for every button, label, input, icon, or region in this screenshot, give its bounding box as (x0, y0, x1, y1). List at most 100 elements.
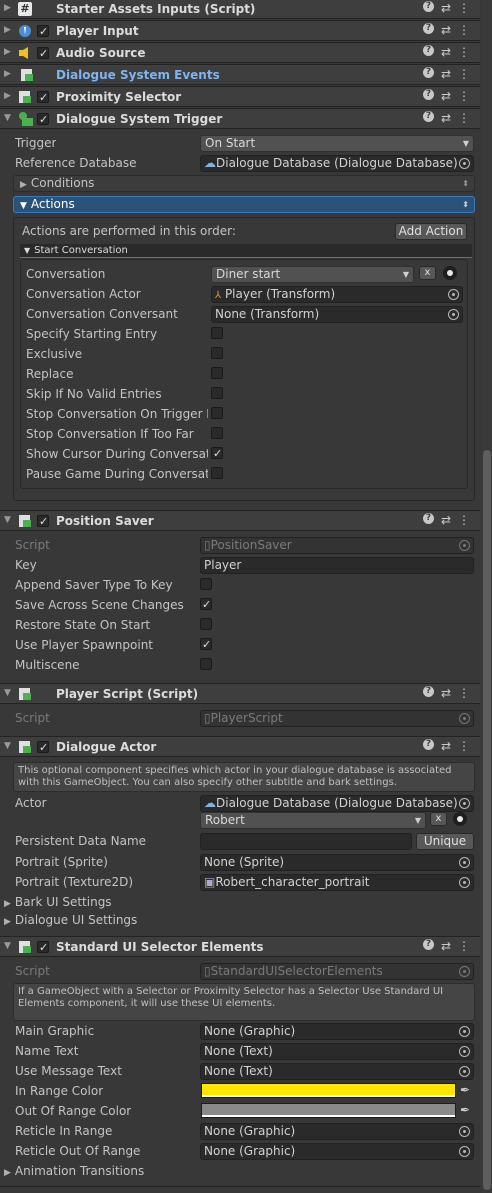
foldout-arrow-icon[interactable]: ▶ (4, 47, 11, 57)
kebab-menu-icon[interactable]: ⋮ (458, 686, 470, 700)
add-action-button[interactable]: Add Action (395, 223, 467, 240)
exclusive-checkbox[interactable] (211, 347, 223, 359)
object-picker-icon[interactable] (459, 1066, 470, 1077)
enabled-checkbox[interactable] (37, 113, 49, 125)
start-conversation-foldout[interactable]: ▼ Start Conversation (20, 244, 472, 258)
kebab-menu-icon[interactable]: ⋮ (458, 939, 470, 953)
help-icon[interactable]: ? (422, 23, 434, 34)
preset-icon[interactable]: ⇄ (441, 111, 451, 125)
save-across-checkbox[interactable] (200, 598, 212, 610)
object-picker-icon[interactable] (448, 309, 459, 320)
replace-checkbox[interactable] (211, 367, 223, 379)
preset-icon[interactable]: ⇄ (441, 939, 451, 953)
skip-if-no-valid-checkbox[interactable] (211, 387, 223, 399)
object-picker-icon[interactable] (459, 158, 470, 169)
out-of-range-color-swatch[interactable] (201, 1103, 456, 1118)
stop-on-trigger-exit-checkbox[interactable] (211, 407, 223, 419)
conversation-actor-field[interactable]: ⅄ Player (Transform) (211, 286, 463, 303)
enabled-checkbox[interactable] (37, 741, 49, 753)
component-header-audio-source[interactable]: ▶ Audio Source ? ⇄ ⋮ (0, 42, 480, 63)
actions-foldout[interactable]: ▼ Actions ⬍ (13, 196, 475, 213)
kebab-menu-icon[interactable]: ⋮ (458, 67, 470, 81)
help-icon[interactable]: ? (422, 45, 434, 56)
reference-database-field[interactable]: ☁Dialogue Database (Dialogue Database) (200, 155, 474, 172)
conversation-dropdown[interactable]: Diner start ▼ (211, 266, 414, 283)
component-header-selector-elements[interactable]: ▼ Standard UI Selector Elements ? ⇄ ⋮ (0, 936, 480, 957)
portrait-texture-field[interactable]: ▣Robert_character_portrait (200, 874, 474, 891)
conversation-conversant-field[interactable]: None (Transform) (211, 306, 463, 323)
pause-game-checkbox[interactable] (211, 467, 223, 479)
preset-icon[interactable]: ⇄ (441, 513, 451, 527)
scrollbar-track[interactable] (482, 0, 492, 1193)
kebab-menu-icon[interactable]: ⋮ (458, 1, 470, 15)
preset-icon[interactable]: ⇄ (441, 89, 451, 103)
show-cursor-checkbox[interactable] (211, 447, 223, 459)
restore-state-checkbox[interactable] (200, 618, 212, 630)
append-saver-checkbox[interactable] (200, 578, 212, 590)
component-header-position-saver[interactable]: ▼ Position Saver ? ⇄ ⋮ (0, 510, 480, 531)
help-icon[interactable]: ? (422, 1, 434, 12)
unique-button[interactable]: Unique (416, 833, 474, 850)
enabled-checkbox[interactable] (37, 515, 49, 527)
component-header-dialogue-events[interactable]: ▶ Dialogue System Events ? ⇄ ⋮ (0, 64, 480, 85)
enabled-checkbox[interactable] (37, 91, 49, 103)
component-header-dialogue-trigger[interactable]: ▼ Dialogue System Trigger ? ⇄ ⋮ (0, 108, 480, 129)
eyedropper-icon[interactable]: ✒ (460, 1103, 470, 1117)
enabled-checkbox[interactable] (37, 47, 49, 59)
use-message-text-field[interactable]: None (Text) (200, 1063, 474, 1080)
conditions-foldout[interactable]: ▶ Conditions ⬍ (13, 175, 475, 192)
kebab-menu-icon[interactable]: ⋮ (458, 739, 470, 753)
record-dot-icon[interactable] (453, 812, 467, 826)
foldout-arrow-icon[interactable]: ▶ (4, 91, 11, 101)
preset-icon[interactable]: ⇄ (441, 739, 451, 753)
enabled-checkbox[interactable] (37, 941, 49, 953)
component-header-proximity-selector[interactable]: ▶ Proximity Selector ? ⇄ ⋮ (0, 86, 480, 107)
foldout-arrow-icon[interactable]: ▶ (4, 25, 11, 35)
foldout-arrow-icon[interactable]: ▼ (4, 688, 11, 698)
name-text-field[interactable]: None (Text) (200, 1043, 474, 1060)
object-picker-icon[interactable] (459, 798, 470, 809)
object-picker-icon[interactable] (459, 877, 470, 888)
object-picker-icon[interactable] (459, 1046, 470, 1057)
clear-actor-button[interactable]: x (430, 812, 447, 826)
in-range-color-swatch[interactable] (201, 1083, 456, 1098)
specify-starting-entry-checkbox[interactable] (211, 327, 223, 339)
animation-transitions-foldout[interactable]: ▶ Animation Transitions (4, 1164, 144, 1178)
kebab-menu-icon[interactable]: ⋮ (458, 23, 470, 37)
help-icon[interactable]: ? (422, 67, 434, 78)
kebab-menu-icon[interactable]: ⋮ (458, 513, 470, 527)
kebab-menu-icon[interactable]: ⋮ (458, 89, 470, 103)
main-graphic-field[interactable]: None (Graphic) (200, 1023, 474, 1040)
use-spawnpoint-checkbox[interactable] (200, 638, 212, 650)
foldout-arrow-icon[interactable]: ▼ (4, 941, 11, 951)
component-header-starter-assets[interactable]: ▶ # Starter Assets Inputs (Script) ? ⇄ ⋮ (0, 0, 480, 19)
help-icon[interactable]: ? (422, 686, 434, 697)
foldout-arrow-icon[interactable]: ▶ (4, 3, 11, 13)
foldout-arrow-icon[interactable]: ▶ (4, 69, 11, 79)
multiscene-checkbox[interactable] (200, 658, 212, 670)
kebab-menu-icon[interactable]: ⋮ (458, 45, 470, 59)
object-picker-icon[interactable] (459, 857, 470, 868)
actor-database-field[interactable]: ☁Dialogue Database (Dialogue Database) (200, 795, 474, 812)
object-picker-icon[interactable] (459, 1026, 470, 1037)
trigger-dropdown[interactable]: On Start ▼ (200, 135, 474, 152)
preset-icon[interactable]: ⇄ (441, 686, 451, 700)
help-icon[interactable]: ? (422, 513, 434, 524)
component-header-dialogue-actor[interactable]: ▼ Dialogue Actor ? ⇄ ⋮ (0, 736, 480, 757)
persistent-data-name-field[interactable] (200, 833, 412, 850)
actor-dropdown[interactable]: Robert ▼ (200, 812, 426, 829)
record-dot-icon[interactable] (443, 266, 457, 280)
preset-icon[interactable]: ⇄ (441, 23, 451, 37)
help-icon[interactable]: ? (422, 111, 434, 122)
bark-ui-settings-foldout[interactable]: ▶ Bark UI Settings (4, 895, 112, 909)
stop-if-too-far-checkbox[interactable] (211, 427, 223, 439)
enabled-checkbox[interactable] (37, 25, 49, 37)
foldout-arrow-icon[interactable]: ▼ (4, 515, 11, 525)
help-icon[interactable]: ? (422, 89, 434, 100)
help-icon[interactable]: ? (422, 939, 434, 950)
dialogue-ui-settings-foldout[interactable]: ▶ Dialogue UI Settings (4, 913, 137, 927)
object-picker-icon[interactable] (459, 1146, 470, 1157)
object-picker-icon[interactable] (448, 289, 459, 300)
eyedropper-icon[interactable]: ✒ (460, 1083, 470, 1097)
preset-icon[interactable]: ⇄ (441, 67, 451, 81)
